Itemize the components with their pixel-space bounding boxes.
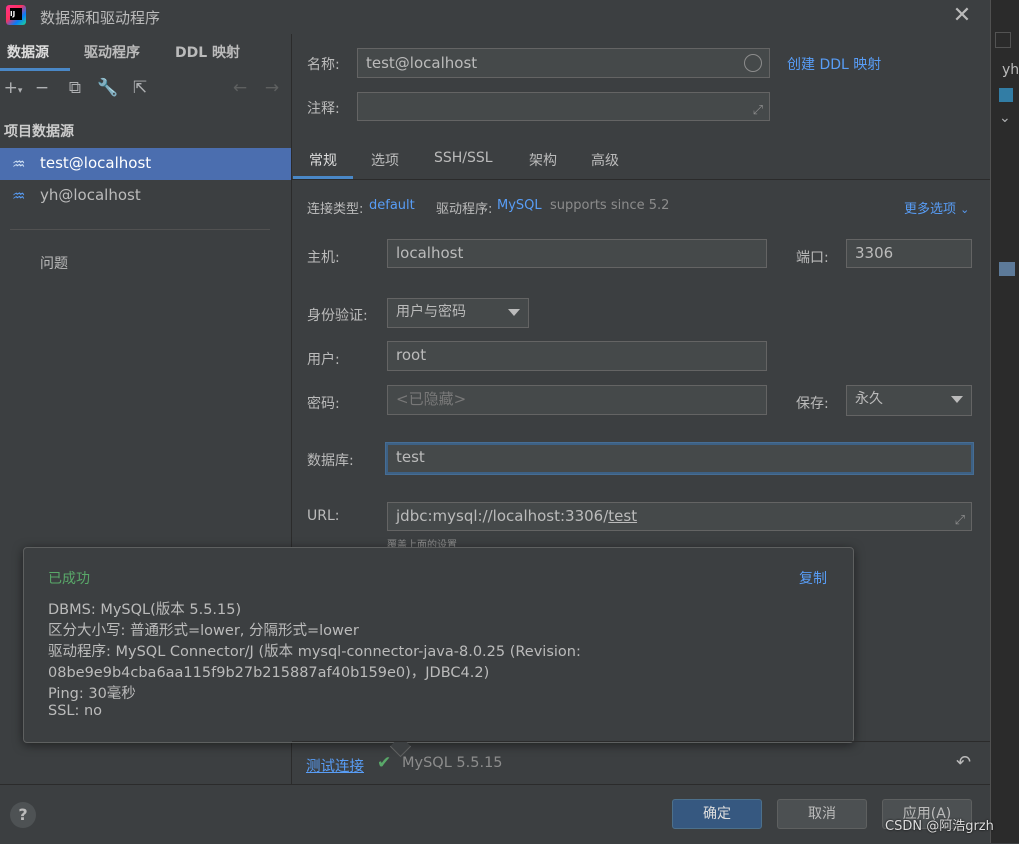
intellij-app-icon (6, 5, 26, 25)
dropdown-arrow-icon (508, 309, 520, 316)
tabs-divider (292, 179, 990, 180)
ok-button[interactable]: 确定 (672, 799, 762, 829)
comment-input[interactable]: ⤢ (357, 92, 770, 121)
background-ide-strip: yh ⌄ (990, 0, 1019, 843)
popup-line-ssl: SSL: no (48, 703, 103, 719)
user-input[interactable]: root (387, 341, 767, 371)
driver-label: 驱动程序: (436, 202, 493, 217)
active-tab-indicator (0, 68, 70, 71)
copy-icon (995, 32, 1011, 48)
checkmark-icon: ✔ (377, 753, 392, 773)
database-tool-icon (999, 262, 1015, 276)
add-icon[interactable]: +▾ (2, 77, 24, 99)
name-label: 名称: (307, 57, 340, 73)
auth-select[interactable]: 用户与密码 (387, 298, 529, 328)
reset-icon[interactable]: ↶ (956, 752, 971, 773)
remove-icon[interactable]: − (31, 77, 53, 99)
name-input[interactable]: test@localhost (357, 48, 770, 78)
name-value: test@localhost (366, 54, 478, 72)
port-input[interactable]: 3306 (846, 239, 972, 268)
mysql-dolphin-icon: ♒ (12, 155, 26, 173)
external-link-icon[interactable]: ⇱ (129, 77, 151, 99)
tab-schemas[interactable]: 架构 (529, 150, 557, 170)
expand-icon[interactable]: ⤢ (753, 98, 763, 124)
tab-options[interactable]: 选项 (371, 150, 399, 170)
connection-type-link[interactable]: default (369, 198, 415, 213)
forward-arrow-icon[interactable]: → (261, 77, 283, 99)
problems-item[interactable]: 问题 (40, 253, 68, 273)
tab-ddl-mappings[interactable]: DDL 映射 (175, 42, 240, 62)
structure-icon (999, 88, 1013, 102)
chevron-down-icon: ⌄ (999, 110, 1011, 126)
tab-datasources[interactable]: 数据源 (7, 42, 49, 62)
auth-value: 用户与密码 (396, 304, 466, 320)
password-label: 密码: (307, 396, 340, 412)
strip-text: yh (1002, 62, 1019, 78)
tab-advanced[interactable]: 高级 (591, 150, 619, 170)
popup-line-dbms: DBMS: MySQL(版本 5.5.15) (48, 602, 242, 618)
divider (292, 741, 990, 742)
wrench-icon[interactable]: 🔧 (97, 77, 119, 99)
datasource-label: yh@localhost (40, 186, 141, 204)
save-select[interactable]: 永久 (846, 385, 972, 416)
user-label: 用户: (307, 352, 340, 368)
datasource-item-yh[interactable]: ♒ yh@localhost (0, 180, 291, 212)
popup-line-driver: 驱动程序: MySQL Connector/J (版本 mysql-connec… (48, 644, 581, 660)
help-icon[interactable]: ? (10, 802, 36, 828)
back-arrow-icon[interactable]: ← (229, 77, 251, 99)
save-value: 永久 (855, 391, 883, 407)
chevron-down-icon: ⌄ (960, 203, 970, 216)
test-result-version: MySQL 5.5.15 (402, 755, 503, 771)
popup-line-case: 区分大小写: 普通形式=lower, 分隔形式=lower (48, 623, 359, 639)
connection-result-popup: 已成功 复制 DBMS: MySQL(版本 5.5.15) 区分大小写: 普通形… (23, 547, 854, 743)
duplicate-icon[interactable]: ⧉ (64, 77, 86, 99)
cancel-button[interactable]: 取消 (777, 799, 867, 829)
auth-label: 身份验证: (307, 308, 368, 324)
more-options-label: 更多选项 (904, 202, 957, 217)
url-label: URL: (307, 508, 340, 524)
datasource-item-test[interactable]: ♒ test@localhost (0, 148, 291, 180)
mysql-dolphin-icon: ♒ (12, 187, 26, 205)
database-input[interactable]: test (386, 443, 973, 474)
watermark: CSDN @阿浩grzh (885, 819, 994, 834)
url-input[interactable]: jdbc:mysql://localhost:3306/test ⤢ (387, 502, 972, 531)
datasource-label: test@localhost (40, 154, 152, 172)
divider (10, 229, 270, 230)
save-label: 保存: (796, 396, 829, 412)
port-label: 端口: (796, 250, 829, 266)
dropdown-arrow-icon (951, 396, 963, 403)
success-status: 已成功 (48, 571, 90, 587)
comment-label: 注释: (307, 101, 340, 117)
popup-line-ping: Ping: 30毫秒 (48, 686, 136, 702)
driver-note: supports since 5.2 (550, 198, 670, 213)
host-label: 主机: (307, 250, 340, 266)
driver-link[interactable]: MySQL (497, 198, 542, 213)
tab-drivers[interactable]: 驱动程序 (84, 42, 140, 62)
title-bar: 数据源和驱动程序 ✕ (0, 0, 990, 34)
url-database: test (608, 507, 638, 525)
project-datasources-header: 项目数据源 (4, 124, 74, 140)
window-title: 数据源和驱动程序 (40, 9, 161, 27)
connection-type-label: 连接类型: (307, 202, 364, 217)
test-connection-link[interactable]: 测试连接 (306, 755, 364, 776)
color-circle-icon[interactable] (744, 54, 762, 72)
copy-link[interactable]: 复制 (799, 568, 827, 588)
password-input[interactable]: <已隐藏> (387, 385, 767, 415)
database-label: 数据库: (307, 453, 354, 469)
popup-line-revision: 08be9e9b4cba6aa115f9b27b215887af40b159e0… (48, 665, 490, 681)
expand-icon[interactable]: ⤢ (955, 508, 965, 534)
tab-general[interactable]: 常规 (309, 150, 337, 170)
create-ddl-mapping-link[interactable]: 创建 DDL 映射 (787, 54, 881, 74)
more-options-link[interactable]: 更多选项 ⌄ (904, 198, 969, 217)
url-prefix: jdbc:mysql://localhost:3306/ (396, 507, 609, 525)
tab-ssh-ssl[interactable]: SSH/SSL (434, 150, 493, 166)
close-icon[interactable]: ✕ (950, 4, 974, 28)
host-input[interactable]: localhost (387, 239, 767, 268)
